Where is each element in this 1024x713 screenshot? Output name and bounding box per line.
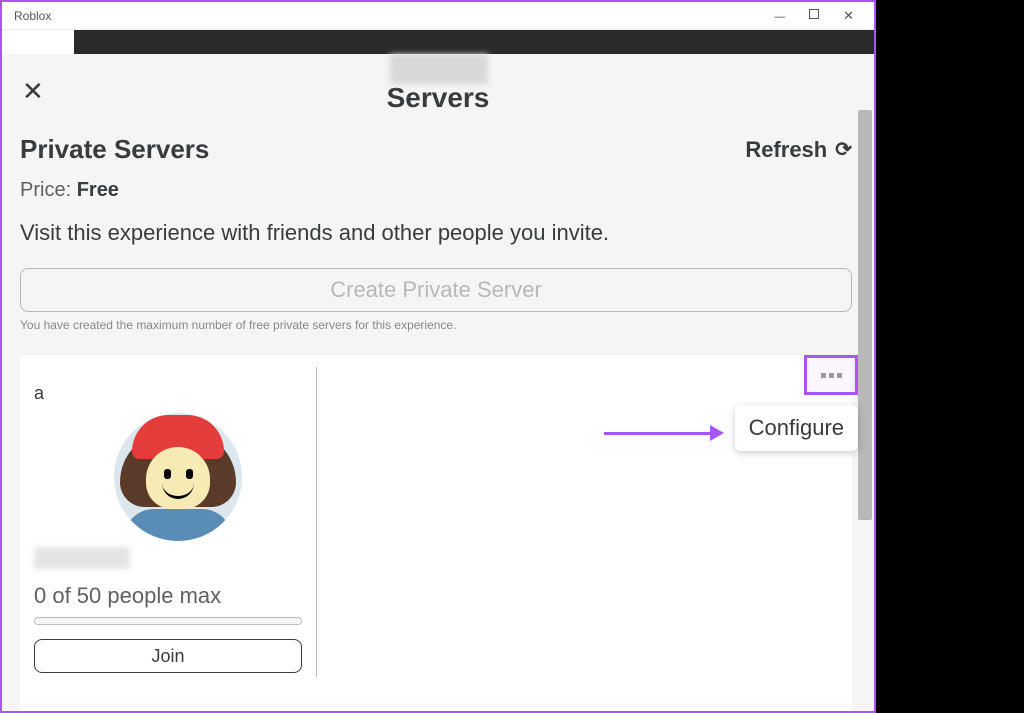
username-blurred — [34, 547, 130, 569]
create-private-server-button[interactable]: Create Private Server — [20, 268, 852, 312]
more-icon — [821, 373, 842, 378]
price-value: Free — [77, 179, 119, 201]
avatar — [114, 413, 242, 541]
max-servers-note: You have created the maximum number of f… — [20, 318, 852, 332]
price-row: Price: Free — [20, 179, 852, 202]
server-name: a — [34, 383, 44, 404]
annotation-arrow — [604, 429, 724, 437]
content: Private Servers Refresh ⟳ Price: Free Vi… — [20, 134, 852, 332]
maximize-icon[interactable] — [809, 9, 819, 19]
refresh-label: Refresh — [745, 137, 827, 163]
servers-modal: ✕ Servers Private Servers Refresh ⟳ Pric… — [2, 54, 874, 711]
capacity-progress — [34, 617, 302, 625]
window-controls — [774, 7, 868, 24]
join-button[interactable]: Join — [34, 639, 302, 673]
price-label: Price: — [20, 179, 71, 201]
header-strip — [74, 30, 874, 54]
window-title: Roblox — [8, 9, 51, 23]
configure-menu-item[interactable]: Configure — [735, 405, 858, 451]
modal-heading: Servers — [2, 82, 874, 114]
section-title: Private Servers — [20, 134, 209, 165]
app-window: Roblox ✕ Servers Private Servers Refresh… — [0, 0, 876, 713]
more-options-button[interactable] — [804, 355, 858, 395]
divider — [316, 367, 317, 677]
refresh-icon: ⟳ — [835, 137, 852, 162]
people-count: 0 of 50 people max — [34, 583, 221, 609]
titlebar: Roblox — [2, 2, 874, 30]
server-list: a Configure — [20, 354, 852, 711]
window-close-icon[interactable] — [843, 7, 854, 24]
blurred-tab — [390, 54, 488, 84]
refresh-button[interactable]: Refresh ⟳ — [745, 137, 852, 163]
minimize-icon[interactable] — [774, 7, 785, 24]
visit-description: Visit this experience with friends and o… — [20, 220, 852, 246]
scrollbar[interactable] — [858, 110, 872, 520]
